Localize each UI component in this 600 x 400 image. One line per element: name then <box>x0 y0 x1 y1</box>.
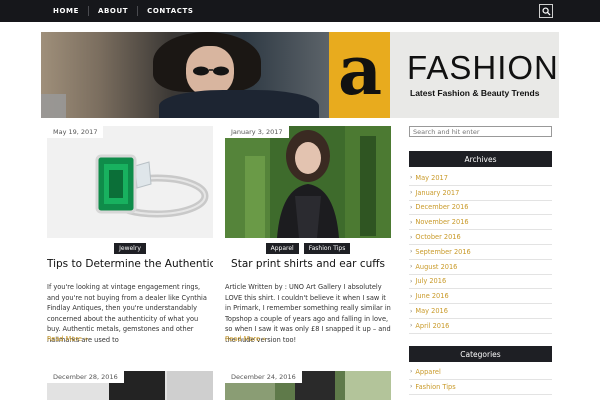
chevron-right-icon: › <box>410 203 413 211</box>
chevron-right-icon: › <box>410 383 413 391</box>
archive-item-label: October 2016 <box>415 233 461 242</box>
chevron-right-icon: › <box>410 292 413 300</box>
read-more-link[interactable]: Read More » <box>47 335 88 343</box>
archive-item[interactable]: › November 2016 <box>409 215 552 231</box>
post-thumbnail[interactable]: December 28, 2016 <box>47 371 213 400</box>
post-date: January 3, 2017 <box>225 126 289 138</box>
chevron-right-icon: › <box>410 174 413 182</box>
post-tags: Apparel Fashion Tips <box>225 243 391 254</box>
archive-item-label: January 2017 <box>415 188 460 197</box>
chevron-right-icon: › <box>410 368 413 376</box>
post-date: May 19, 2017 <box>47 126 104 138</box>
top-navigation: HOME ABOUT CONTACTS <box>0 0 600 22</box>
archive-item[interactable]: › October 2016 <box>409 230 552 245</box>
category-item-label: Fashion Tips <box>415 382 456 391</box>
post-title[interactable]: Tips to Determine the Authenticity o.. <box>47 258 213 270</box>
post-card: January 3, 2017 Apparel Fashion Tips Sta… <box>225 126 391 346</box>
sidebar-search-input[interactable] <box>409 126 552 137</box>
category-item-label: Apparel <box>415 367 441 376</box>
post-card: May 19, 2017 Jewelry Tips to Determine t… <box>47 126 213 346</box>
header-banner[interactable]: a FASHIONY Latest Fashion & Beauty Trend… <box>41 32 559 118</box>
post-tags: Jewelry <box>47 243 213 254</box>
logo-letter: a <box>337 32 383 111</box>
chevron-right-icon: › <box>410 277 413 285</box>
post-title[interactable]: Star print shirts and ear cuffs <box>225 258 391 270</box>
chevron-right-icon: › <box>410 218 413 226</box>
archive-item[interactable]: › May 2017 <box>409 171 552 186</box>
category-item[interactable]: › Fashion Tips <box>409 380 552 395</box>
archive-item[interactable]: › December 2016 <box>409 201 552 216</box>
post-date: December 28, 2016 <box>47 371 124 383</box>
nav-home-link[interactable]: HOME <box>44 7 88 15</box>
search-button[interactable] <box>539 4 553 18</box>
tag-fashion-tips[interactable]: Fashion Tips <box>303 243 351 254</box>
category-item[interactable]: › Apparel <box>409 365 552 380</box>
post-card: December 24, 2016 <box>225 371 391 400</box>
archives-widget-title: Archives <box>409 151 552 167</box>
site-title: FASHIONY <box>407 49 559 86</box>
archive-item[interactable]: › June 2016 <box>409 289 552 305</box>
archive-item[interactable]: › September 2016 <box>409 245 552 260</box>
post-thumbnail[interactable]: January 3, 2017 <box>225 126 391 238</box>
chevron-right-icon: › <box>410 248 413 256</box>
archive-item-label: August 2016 <box>415 262 458 271</box>
nav-about-link[interactable]: ABOUT <box>89 7 137 15</box>
categories-widget-title: Categories <box>409 346 552 362</box>
search-icon <box>541 6 551 16</box>
banner-corner-block <box>41 94 66 118</box>
archive-item-label: December 2016 <box>415 203 469 212</box>
post-date: December 24, 2016 <box>225 371 302 383</box>
chevron-right-icon: › <box>410 307 413 315</box>
chevron-right-icon: › <box>410 233 413 241</box>
archive-item[interactable]: › August 2016 <box>409 260 552 275</box>
archive-item-label: April 2016 <box>415 321 450 330</box>
chevron-right-icon: › <box>410 322 413 330</box>
archive-item[interactable]: › July 2016 <box>409 275 552 290</box>
woman-portrait-image <box>225 126 391 238</box>
post-card: December 28, 2016 <box>47 371 213 400</box>
archive-item-label: June 2016 <box>415 292 449 301</box>
archive-item-label: September 2016 <box>415 247 471 256</box>
archive-item-label: July 2016 <box>415 277 447 286</box>
site-tagline: Latest Fashion & Beauty Trends <box>410 88 540 98</box>
archive-item-label: May 2017 <box>415 173 448 182</box>
archive-item[interactable]: › April 2016 <box>409 319 552 334</box>
archive-item[interactable]: › January 2017 <box>409 186 552 201</box>
nav-menu: HOME ABOUT CONTACTS <box>44 0 203 22</box>
read-more-link[interactable]: Read More » <box>225 335 266 343</box>
archive-item-label: November 2016 <box>415 218 469 227</box>
chevron-right-icon: › <box>410 189 413 197</box>
nav-contacts-link[interactable]: CONTACTS <box>138 7 202 15</box>
emerald-ring-image <box>47 126 213 238</box>
chevron-right-icon: › <box>410 263 413 271</box>
post-thumbnail[interactable]: December 24, 2016 <box>225 371 391 400</box>
tag-jewelry[interactable]: Jewelry <box>114 243 146 254</box>
archive-item[interactable]: › May 2016 <box>409 304 552 319</box>
sunglasses-graphic <box>193 66 229 76</box>
tag-apparel[interactable]: Apparel <box>265 243 299 254</box>
post-thumbnail[interactable]: May 19, 2017 <box>47 126 213 238</box>
archive-item-label: May 2016 <box>415 307 448 316</box>
banner-model-jacket <box>159 90 319 118</box>
